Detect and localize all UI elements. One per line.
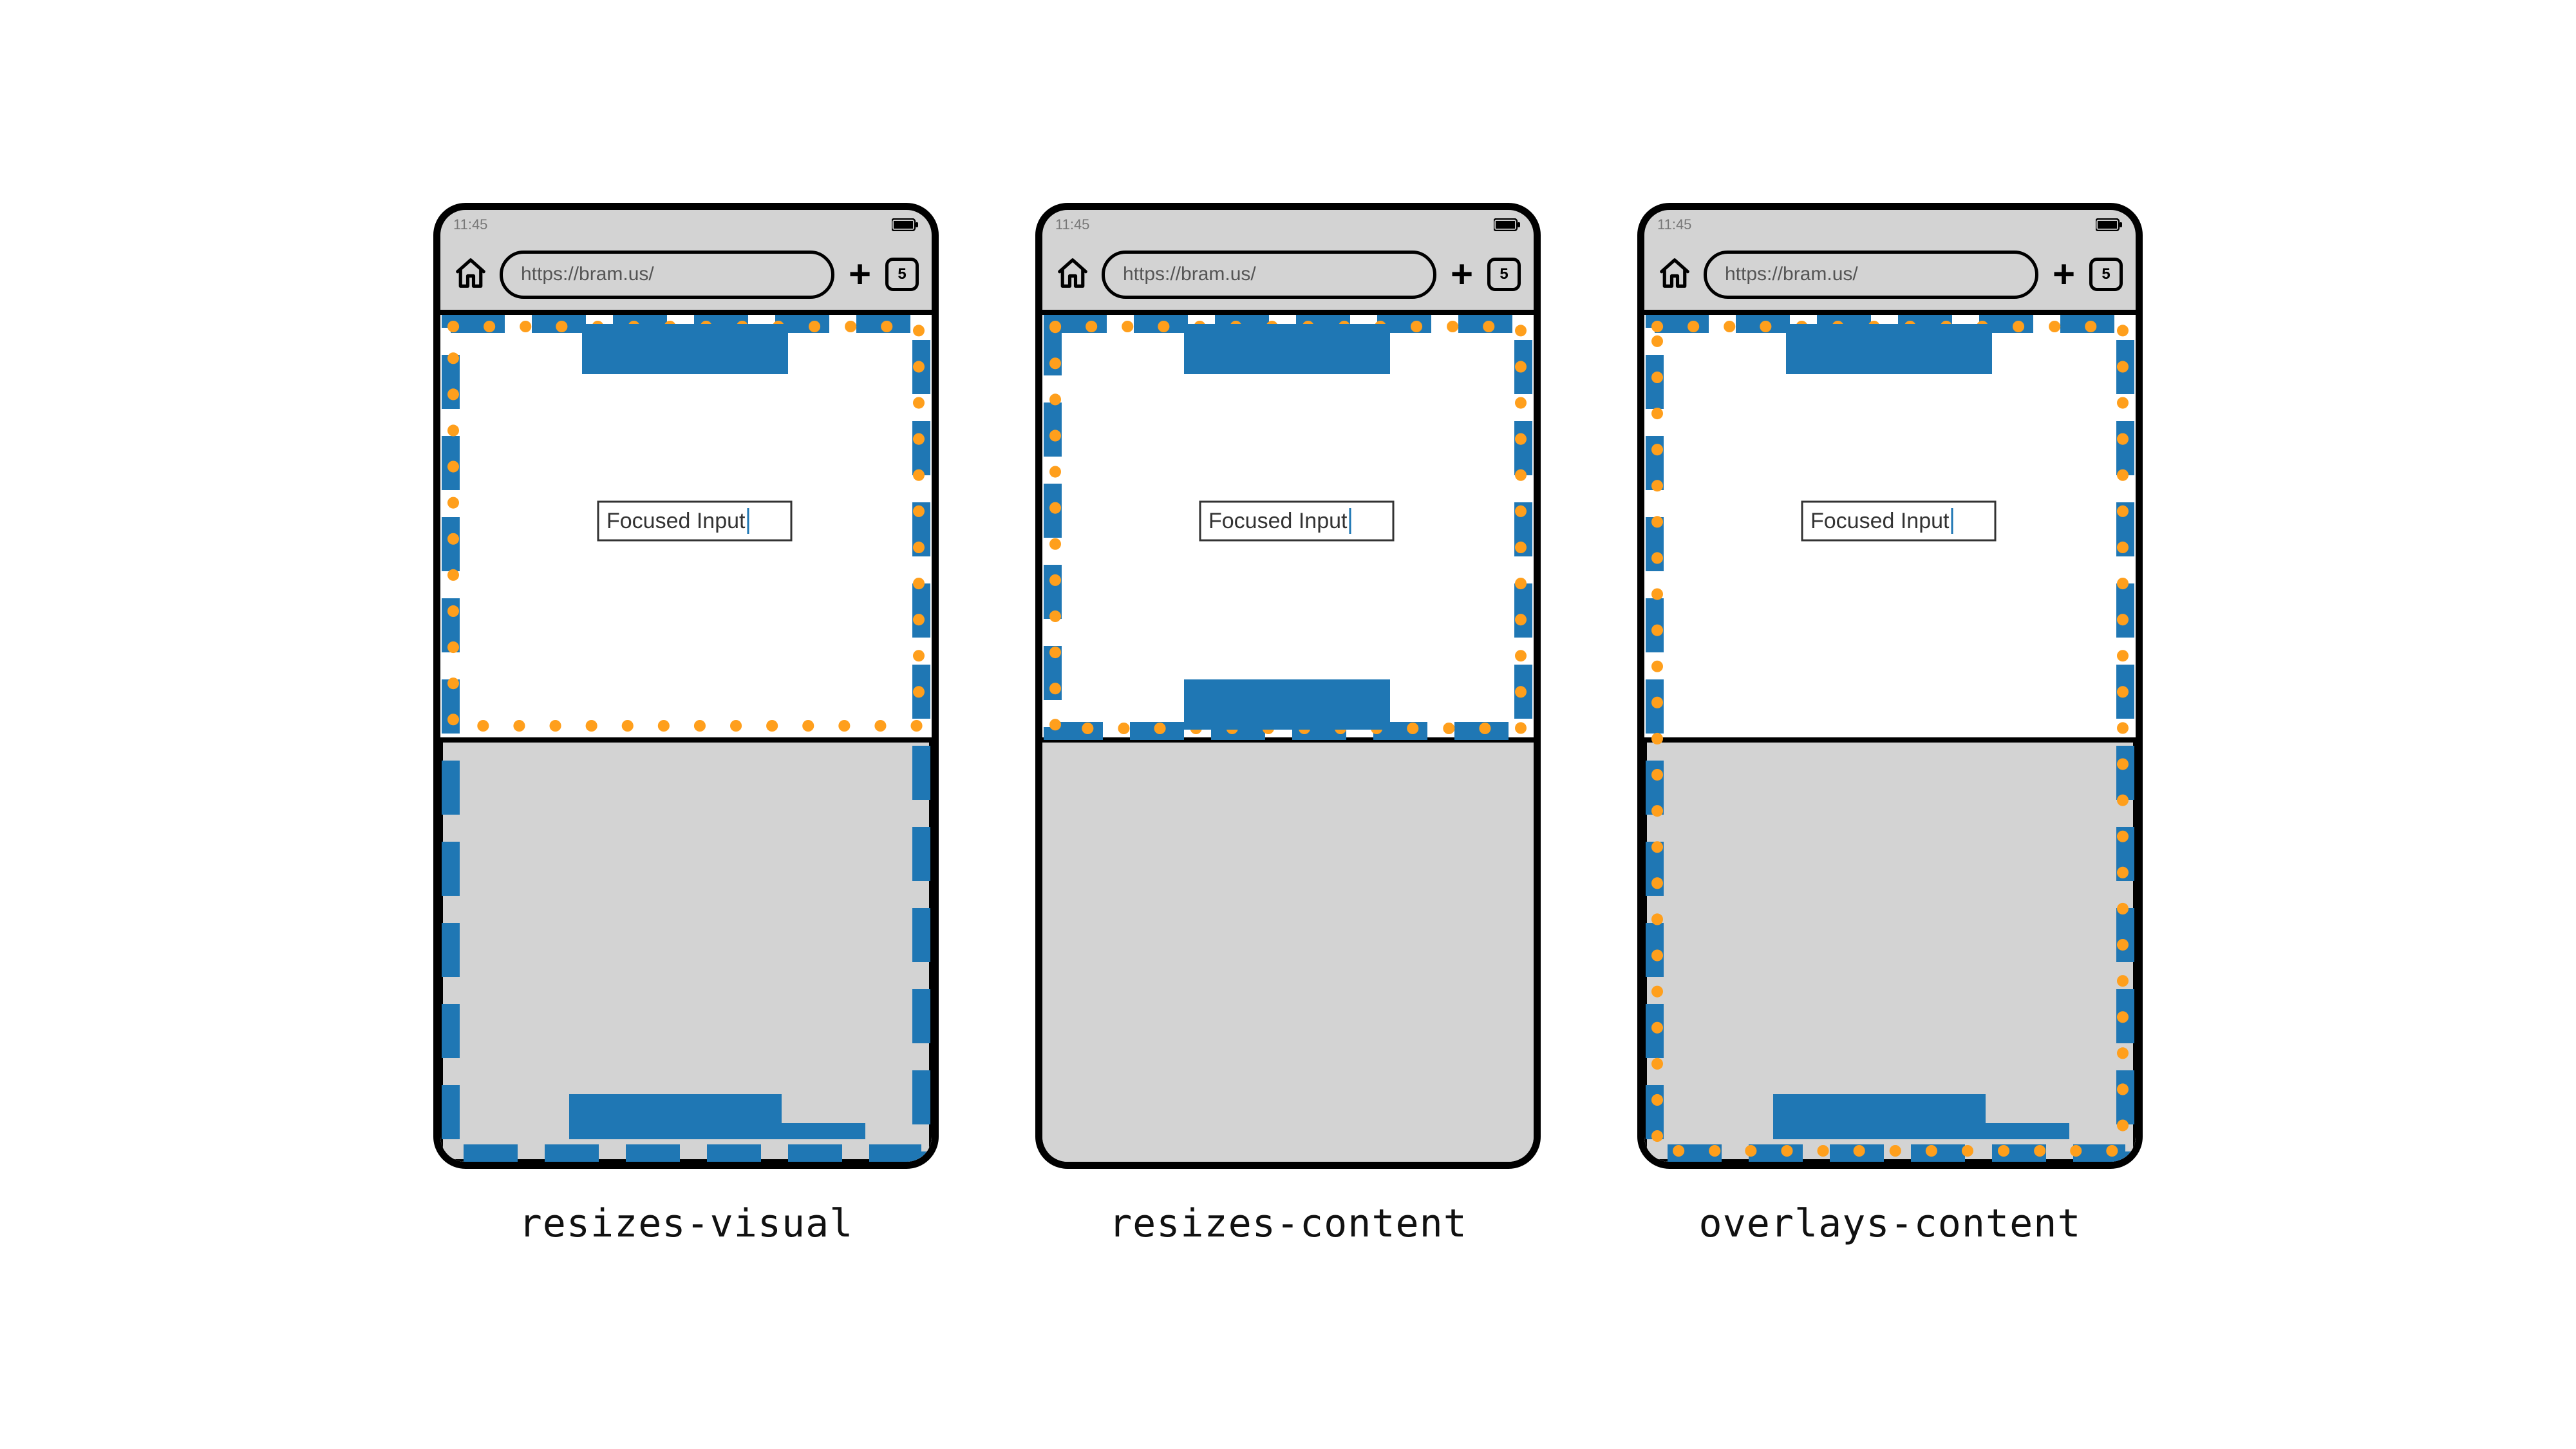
caption-resizes-content: resizes-content: [1109, 1201, 1467, 1246]
clock: 11:45: [1055, 216, 1089, 233]
url-bar[interactable]: https://bram.us/: [500, 251, 834, 299]
home-icon[interactable]: [1055, 256, 1090, 294]
browser-toolbar: https://bram.us/ + 5: [1644, 239, 2136, 310]
tab-count-value: 5: [898, 265, 906, 283]
home-icon[interactable]: [453, 256, 488, 294]
url-text: https://bram.us/: [521, 263, 654, 285]
caption-overlays-content: overlays-content: [1699, 1201, 2082, 1246]
focused-input-label[interactable]: Focused Input: [1810, 509, 1950, 533]
column-overlays-content: 11:45 https://bram.us/: [1637, 203, 2143, 1246]
url-bar[interactable]: https://bram.us/: [1102, 251, 1436, 299]
viewport-diagram: Focused Input: [1042, 315, 1534, 1162]
column-resizes-content: 11:45 https://bram.us/: [1035, 203, 1541, 1246]
tab-count-button[interactable]: 5: [1487, 258, 1521, 291]
viewport-diagram: Focused Input: [440, 315, 932, 1162]
url-bar[interactable]: https://bram.us/: [1704, 251, 2038, 299]
battery-icon: [1494, 218, 1521, 231]
viewport-diagram: Focused Input: [1644, 315, 2136, 1162]
viewport-area: Focused Input: [440, 310, 932, 1162]
browser-toolbar: https://bram.us/ + 5: [440, 239, 932, 310]
home-icon[interactable]: [1657, 256, 1692, 294]
focused-input-label[interactable]: Focused Input: [606, 509, 746, 533]
clock: 11:45: [453, 216, 487, 233]
new-tab-icon[interactable]: +: [846, 255, 874, 294]
status-bar: 11:45: [440, 210, 932, 239]
caption-resizes-visual: resizes-visual: [519, 1201, 854, 1246]
status-bar: 11:45: [1644, 210, 2136, 239]
tab-count-button[interactable]: 5: [2089, 258, 2123, 291]
new-tab-icon[interactable]: +: [1448, 255, 1476, 294]
diagram-row: 11:45 https://bram.us/: [433, 203, 2143, 1246]
viewport-area: Focused Input: [1042, 310, 1534, 1162]
url-text: https://bram.us/: [1123, 263, 1256, 285]
viewport-area: Focused Input: [1644, 310, 2136, 1162]
phone-frame: 11:45 https://bram.us/: [433, 203, 939, 1169]
status-bar: 11:45: [1042, 210, 1534, 239]
tab-count-button[interactable]: 5: [885, 258, 919, 291]
column-resizes-visual: 11:45 https://bram.us/: [433, 203, 939, 1246]
tab-count-value: 5: [2101, 265, 2110, 283]
focused-input-label[interactable]: Focused Input: [1208, 509, 1348, 533]
phone-frame: 11:45 https://bram.us/: [1637, 203, 2143, 1169]
url-text: https://bram.us/: [1725, 263, 1858, 285]
battery-icon: [2096, 218, 2123, 231]
battery-icon: [892, 218, 919, 231]
clock: 11:45: [1657, 216, 1691, 233]
browser-toolbar: https://bram.us/ + 5: [1042, 239, 1534, 310]
phone-frame: 11:45 https://bram.us/: [1035, 203, 1541, 1169]
new-tab-icon[interactable]: +: [2050, 255, 2078, 294]
tab-count-value: 5: [1500, 265, 1508, 283]
